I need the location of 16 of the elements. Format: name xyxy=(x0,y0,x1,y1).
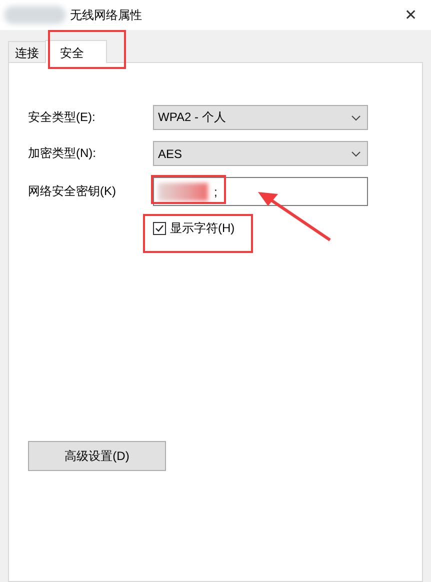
advanced-settings-button[interactable]: 高级设置(D) xyxy=(28,441,166,471)
close-button[interactable]: ✕ xyxy=(391,6,431,24)
dropdown[interactable]: WPA2 - 个人 xyxy=(153,105,368,130)
dropdown[interactable]: AES xyxy=(153,141,368,166)
window-title: 无线网络属性 xyxy=(70,6,143,24)
tab[interactable]: 安全 xyxy=(45,40,107,63)
tab[interactable]: 连接 xyxy=(8,41,46,62)
field-label: 加密类型(N): xyxy=(28,145,97,162)
field-label: 网络安全密钥(K) xyxy=(28,183,117,200)
blurred-area xyxy=(4,6,66,24)
field-label: 安全类型(E): xyxy=(28,109,96,126)
chevron-icon xyxy=(351,150,361,156)
input-field[interactable]: ; xyxy=(153,177,368,206)
chevron-icon xyxy=(351,114,361,120)
check-icon xyxy=(155,224,164,233)
checkbox[interactable]: 显示字符(H) xyxy=(153,220,235,237)
